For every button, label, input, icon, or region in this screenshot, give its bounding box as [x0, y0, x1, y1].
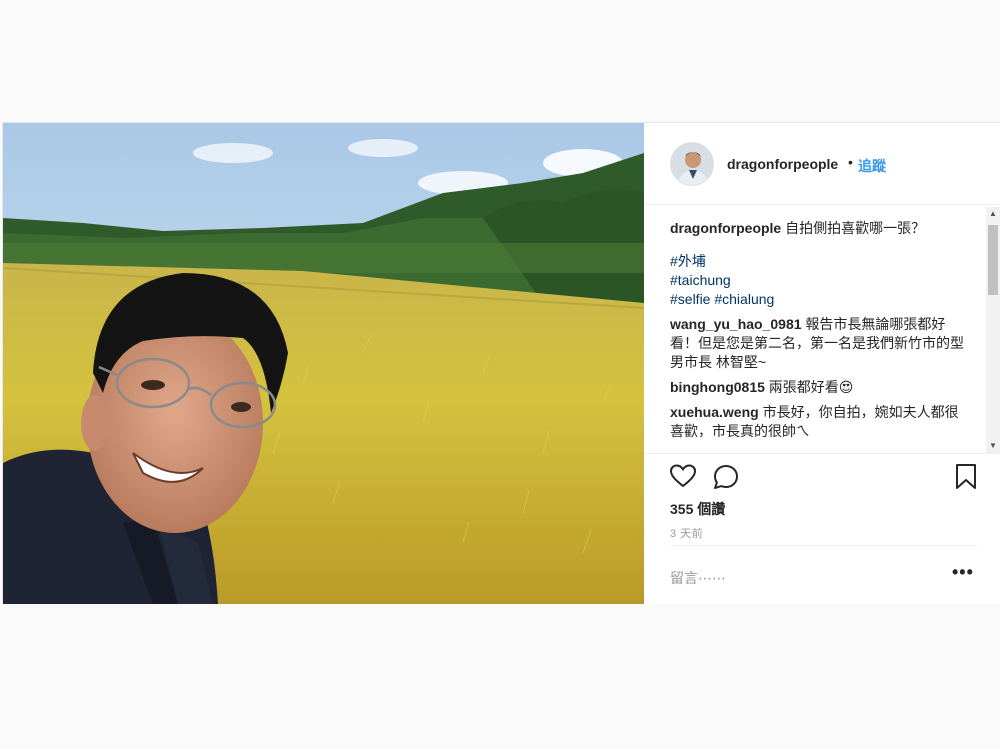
post-side-panel: dragonforpeople • 追蹤 dragonforpeople 自拍側…: [644, 123, 1000, 604]
action-bar: [644, 453, 1000, 497]
post-header: dragonforpeople • 追蹤: [644, 123, 1000, 205]
comments-list: dragonforpeople 自拍側拍喜歡哪一張？ #外埔 #taichung…: [670, 219, 970, 451]
hashtag-taichung[interactable]: #taichung: [670, 271, 970, 290]
separator-dot: •: [848, 154, 853, 170]
profile-picture: [671, 143, 713, 185]
bookmark-icon[interactable]: [955, 464, 977, 495]
comment-username[interactable]: xuehua.weng: [670, 404, 759, 420]
caption-username[interactable]: dragonforpeople: [670, 220, 781, 236]
hashtag-waipu[interactable]: #外埔: [670, 252, 970, 271]
header-username[interactable]: dragonforpeople: [727, 156, 838, 172]
comment-input[interactable]: 留言⋯⋯: [670, 568, 726, 588]
comment-item: xuehua.weng 市長好，你自拍，婉如夫人都很喜歡，市長真的很帥ㄟ: [670, 403, 970, 441]
add-comment-section: 留言⋯⋯ •••: [670, 545, 977, 603]
instagram-post: dragonforpeople • 追蹤 dragonforpeople 自拍側…: [2, 122, 1000, 604]
heart-icon[interactable]: [669, 464, 697, 493]
comment-username[interactable]: wang_yu_hao_0981: [670, 316, 802, 332]
scroll-down-arrow-icon[interactable]: ▼: [986, 439, 1000, 453]
caption: dragonforpeople 自拍側拍喜歡哪一張？: [670, 219, 970, 238]
selfie-rice-field-image: [3, 123, 644, 604]
caption-text: 自拍側拍喜歡哪一張？: [785, 220, 926, 236]
hashtag-selfie-chialung[interactable]: #selfie #chialung: [670, 290, 970, 309]
comment-item: wang_yu_hao_0981 報告市長無論哪張都好看！但是您是第二名，第一名…: [670, 315, 970, 372]
comment-icon[interactable]: [713, 464, 739, 495]
comment-username[interactable]: binghong0815: [670, 379, 765, 395]
scrollbar-thumb[interactable]: [988, 225, 998, 295]
comment-text: 兩張都好看😍: [768, 379, 854, 395]
scroll-up-arrow-icon[interactable]: ▲: [986, 207, 1000, 221]
comments-scrollbar[interactable]: ▲ ▼: [986, 207, 1000, 453]
avatar[interactable]: [670, 142, 714, 186]
post-photo[interactable]: [3, 123, 644, 604]
follow-button[interactable]: 追蹤: [858, 156, 886, 176]
more-options-icon[interactable]: •••: [952, 562, 974, 583]
post-timestamp[interactable]: 3 天前: [670, 525, 703, 541]
comment-item: binghong0815 兩張都好看😍: [670, 378, 970, 397]
like-count[interactable]: 355 個讚: [670, 499, 725, 519]
